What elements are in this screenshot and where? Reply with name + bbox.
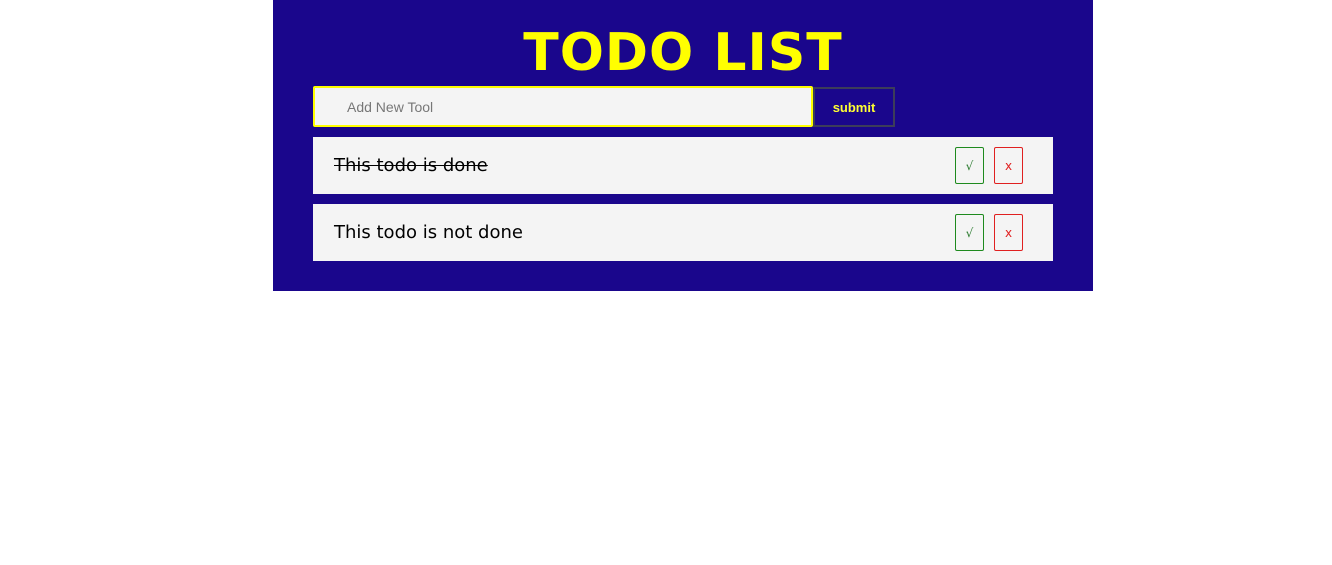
complete-button[interactable]: √ <box>955 214 984 251</box>
delete-button[interactable]: x <box>994 147 1023 184</box>
todo-app-panel: TODO LIST submit This todo is done √ x T… <box>273 0 1093 291</box>
new-todo-input[interactable] <box>313 86 813 127</box>
submit-button[interactable]: submit <box>813 87 895 127</box>
todo-text: This todo is not done <box>334 222 523 243</box>
todo-item: This todo is done √ x <box>313 137 1053 194</box>
delete-button[interactable]: x <box>994 214 1023 251</box>
add-todo-form: submit <box>313 86 897 127</box>
todo-text: This todo is done <box>334 155 488 176</box>
page-title: TODO LIST <box>523 23 843 83</box>
todo-item: This todo is not done √ x <box>313 204 1053 261</box>
complete-button[interactable]: √ <box>955 147 984 184</box>
